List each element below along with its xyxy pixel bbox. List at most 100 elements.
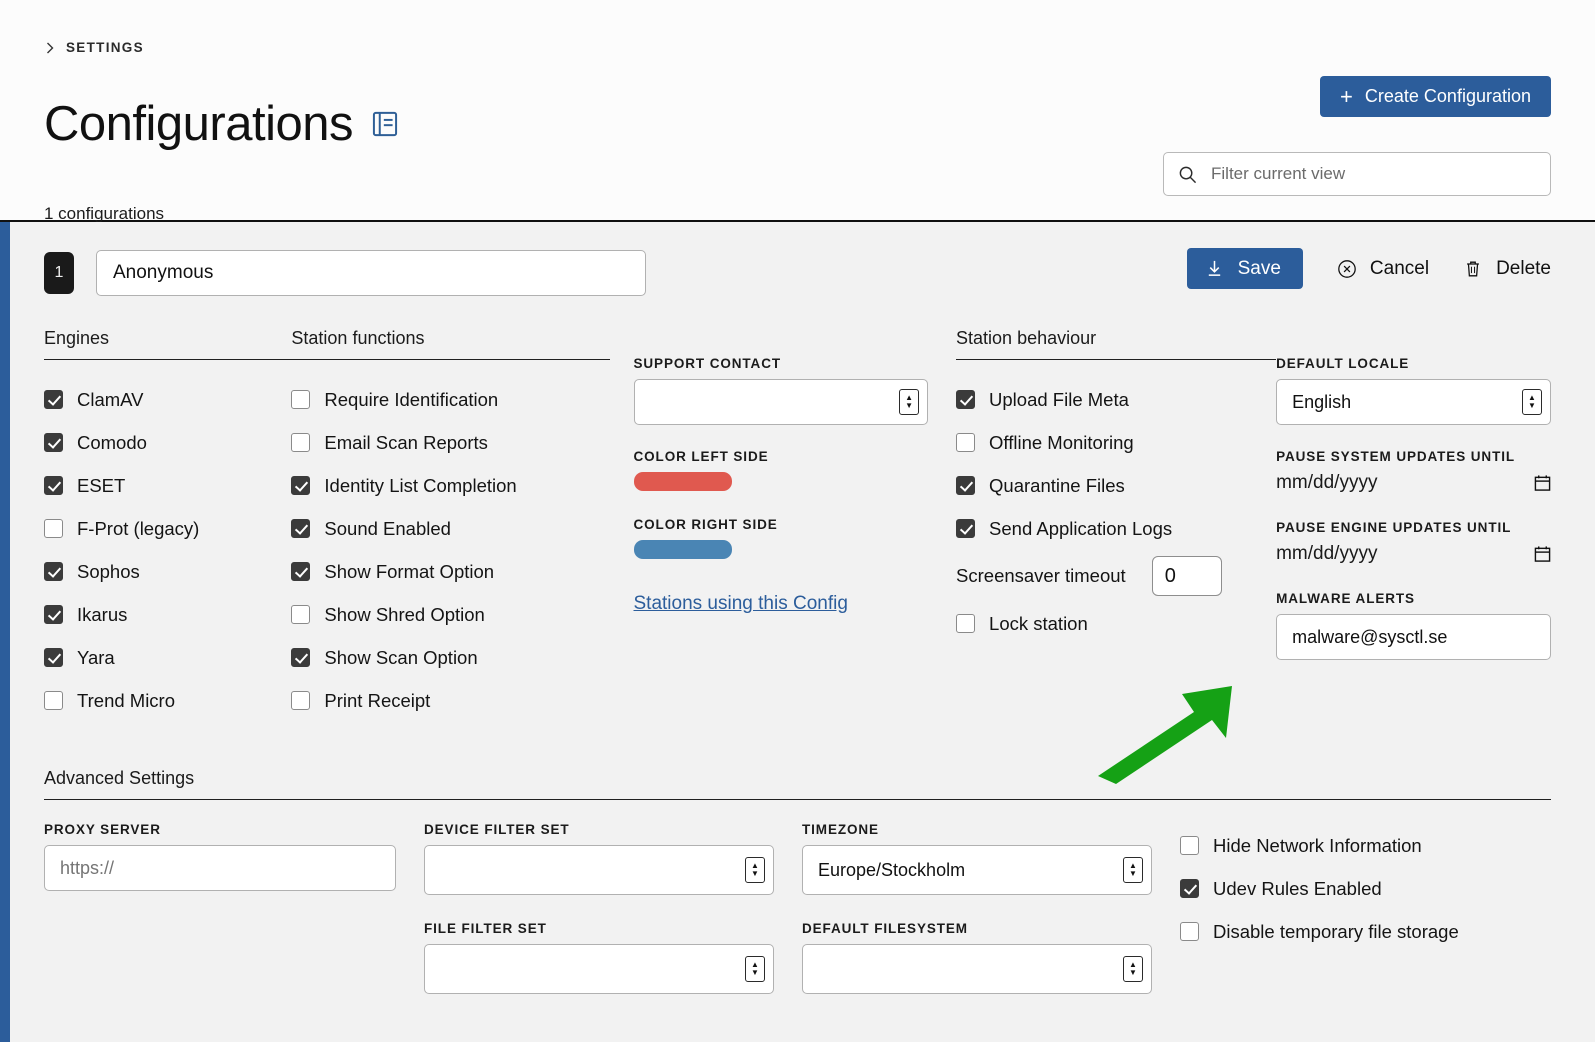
malware-alerts-label: MALWARE ALERTS: [1276, 591, 1415, 606]
checkbox-require-identification[interactable]: Require Identification: [291, 378, 609, 421]
engines-heading: Engines: [44, 328, 292, 360]
checkbox-icon[interactable]: [956, 476, 976, 495]
checkbox-icon[interactable]: [1180, 879, 1199, 898]
checkbox-icon[interactable]: [44, 562, 63, 581]
checkbox-icon[interactable]: [1180, 836, 1199, 855]
checkbox-icon[interactable]: [291, 433, 311, 452]
checkbox-icon[interactable]: [44, 390, 63, 409]
checkbox-ikarus[interactable]: Ikarus: [44, 593, 291, 636]
color-left-swatch[interactable]: [633, 472, 732, 491]
checkbox-label: Hide Network Information: [1213, 834, 1422, 856]
checkbox-icon[interactable]: [44, 691, 63, 710]
checkbox-icon[interactable]: [956, 519, 976, 538]
filter-current-view[interactable]: [1163, 152, 1551, 196]
delete-button[interactable]: Delete: [1463, 258, 1551, 280]
checkbox-icon[interactable]: [44, 519, 63, 538]
breadcrumb[interactable]: SETTINGS: [44, 0, 1551, 55]
spinner-icon[interactable]: ▲ ▼: [1522, 389, 1542, 415]
checkbox-trend-micro[interactable]: Trend Micro: [44, 679, 291, 722]
checkbox-icon[interactable]: [44, 433, 63, 452]
checkbox-icon[interactable]: [956, 390, 976, 409]
checkbox-print-receipt[interactable]: Print Receipt: [291, 679, 609, 722]
configurations-page: SETTINGS Configurations 1 configurations…: [0, 0, 1595, 1042]
circle-x-icon: [1338, 259, 1356, 278]
default-filesystem-select[interactable]: ▲ ▼: [802, 944, 1152, 994]
checkbox-label: Require Identification: [324, 388, 499, 410]
checkbox-icon[interactable]: [44, 476, 63, 495]
checkbox-show-scan-option[interactable]: Show Scan Option: [291, 636, 609, 679]
file-filter-set-select[interactable]: ▲ ▼: [424, 944, 774, 994]
cancel-label: Cancel: [1369, 257, 1430, 279]
checkbox-show-shred-option[interactable]: Show Shred Option: [291, 593, 609, 636]
station-functions-heading: Station functions: [291, 328, 610, 360]
save-label: Save: [1237, 257, 1281, 279]
stations-using-config-link[interactable]: Stations using this Config: [634, 593, 848, 614]
settings-columns: Engines ClamAV Comodo ESET F-Prot (legac…: [44, 328, 1551, 722]
checkbox-sophos[interactable]: Sophos: [44, 550, 291, 593]
checkbox-lock-station[interactable]: Lock station: [956, 602, 1276, 645]
checkbox-icon[interactable]: [291, 519, 311, 538]
save-button[interactable]: Save: [1186, 248, 1303, 289]
station-functions-column: Station functions Require Identification…: [291, 328, 610, 722]
station-behaviour-column: Station behaviour Upload File Meta Offli…: [956, 328, 1277, 722]
spinner-icon[interactable]: ▲ ▼: [899, 389, 920, 415]
checkbox-icon[interactable]: [1180, 922, 1199, 941]
checkbox-icon[interactable]: [44, 648, 63, 667]
checkbox-sound-enabled[interactable]: Sound Enabled: [291, 507, 609, 550]
checkbox-icon[interactable]: [291, 605, 311, 624]
checkbox-yara[interactable]: Yara: [44, 636, 291, 679]
checkbox-offline-monitoring[interactable]: Offline Monitoring: [956, 421, 1276, 464]
proxy-server-label: PROXY SERVER: [44, 822, 161, 837]
checkbox-identity-list-completion[interactable]: Identity List Completion: [291, 464, 609, 507]
proxy-server-input[interactable]: [44, 845, 396, 891]
checkbox-udev-rules-enabled[interactable]: Udev Rules Enabled: [1180, 867, 1520, 910]
checkbox-email-scan-reports[interactable]: Email Scan Reports: [291, 421, 609, 464]
default-locale-select[interactable]: English ▲ ▼: [1276, 379, 1551, 425]
checkbox-comodo[interactable]: Comodo: [44, 421, 291, 464]
configuration-count: 1 configurations: [44, 203, 165, 223]
checkbox-icon[interactable]: [291, 691, 311, 710]
spinner-icon[interactable]: ▲ ▼: [745, 956, 765, 982]
checkbox-icon[interactable]: [291, 562, 311, 581]
device-filter-set-select[interactable]: ▲ ▼: [424, 845, 774, 895]
checkbox-disable-temporary-file-storage[interactable]: Disable temporary file storage: [1180, 910, 1520, 953]
pause-system-updates-date[interactable]: mm/dd/yyyy: [1276, 472, 1551, 494]
timezone-select[interactable]: Europe/Stockholm ▲ ▼: [802, 845, 1152, 895]
configuration-name-input[interactable]: [96, 250, 646, 296]
create-configuration-button[interactable]: + Create Configuration: [1320, 76, 1551, 117]
pause-engine-updates-date[interactable]: mm/dd/yyyy: [1276, 543, 1551, 565]
color-right-swatch[interactable]: [633, 540, 732, 559]
spinner-icon[interactable]: ▲ ▼: [745, 857, 765, 883]
checkbox-quarantine-files[interactable]: Quarantine Files: [956, 464, 1276, 507]
calendar-icon[interactable]: [1534, 545, 1551, 563]
checkbox-eset[interactable]: ESET: [44, 464, 291, 507]
checkbox-icon[interactable]: [291, 476, 311, 495]
checkbox-icon[interactable]: [291, 648, 311, 667]
calendar-icon[interactable]: [1534, 474, 1551, 492]
configuration-panel: 1 Save: [0, 222, 1595, 1042]
checkbox-hide-network-information[interactable]: Hide Network Information: [1180, 824, 1520, 867]
cancel-button[interactable]: Cancel: [1337, 258, 1429, 280]
malware-alerts-input[interactable]: [1276, 614, 1551, 660]
checkbox-icon[interactable]: [956, 614, 976, 633]
checkbox-icon[interactable]: [291, 390, 311, 409]
checkbox-label: Show Scan Option: [324, 646, 478, 668]
checkbox-fprot[interactable]: F-Prot (legacy): [44, 507, 291, 550]
spinner-icon[interactable]: ▲ ▼: [1123, 857, 1143, 883]
checkbox-send-application-logs[interactable]: Send Application Logs: [956, 507, 1276, 550]
filter-input[interactable]: [1209, 163, 1536, 185]
breadcrumb-label: SETTINGS: [66, 40, 144, 55]
support-contact-select[interactable]: ▲ ▼: [633, 379, 929, 425]
checkbox-icon[interactable]: [44, 605, 63, 624]
checkbox-clamav[interactable]: ClamAV: [44, 378, 291, 421]
pause-engine-updates-value: mm/dd/yyyy: [1276, 543, 1378, 564]
checkbox-icon[interactable]: [956, 433, 976, 452]
pause-engine-updates-label: PAUSE ENGINE UPDATES UNTIL: [1276, 520, 1512, 535]
screensaver-timeout-input[interactable]: [1151, 556, 1222, 596]
checkbox-show-format-option[interactable]: Show Format Option: [291, 550, 609, 593]
checkbox-upload-file-meta[interactable]: Upload File Meta: [956, 378, 1276, 421]
spinner-icon[interactable]: ▲ ▼: [1123, 956, 1143, 982]
checkbox-label: Trend Micro: [77, 689, 176, 711]
screensaver-timeout-row: Screensaver timeout: [956, 550, 1276, 602]
trash-icon: [1467, 261, 1479, 276]
